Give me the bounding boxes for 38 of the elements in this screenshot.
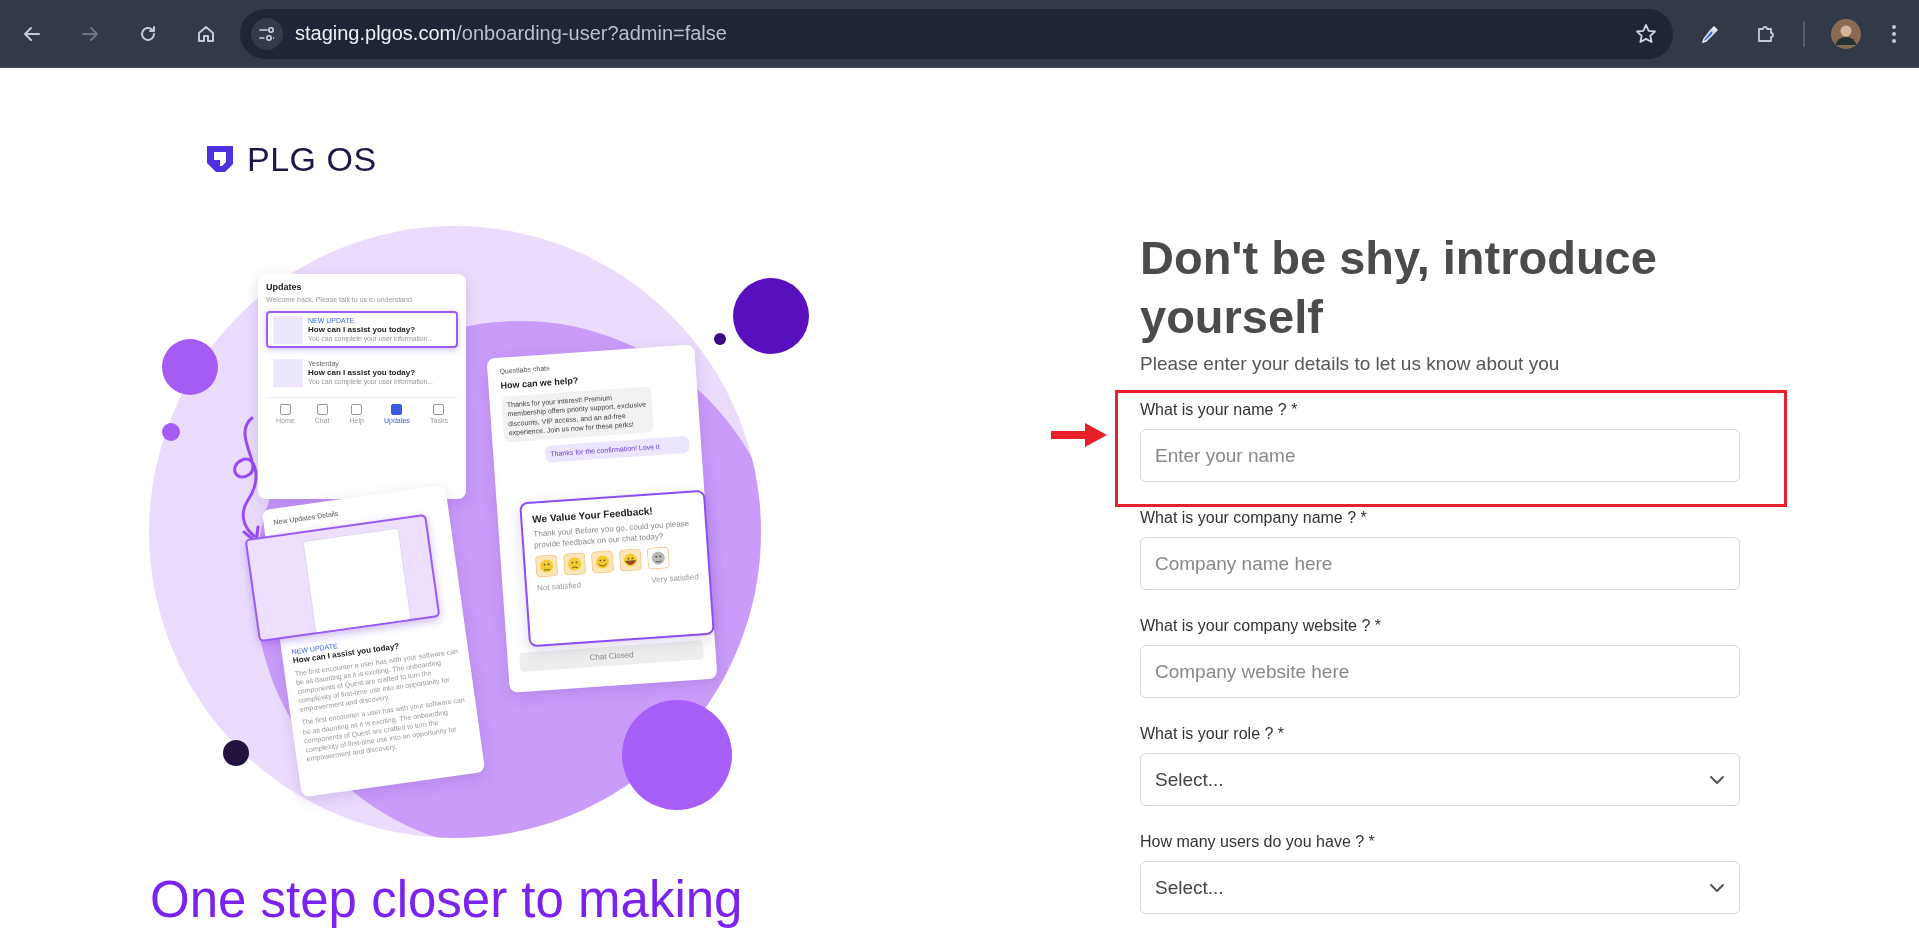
emoji-face-icon[interactable] <box>646 546 671 571</box>
card-title: Updates <box>266 282 303 292</box>
scale-label: Not satisfied <box>536 580 582 593</box>
url-text[interactable]: staging.plgos.com/onboarding-user?admin=false <box>295 22 727 45</box>
decorative-dot <box>714 333 726 345</box>
decorative-dot <box>162 423 180 441</box>
field-label: What is your company website ? * <box>1140 617 1382 635</box>
reload-icon[interactable] <box>138 23 158 44</box>
select-dropdown[interactable]: Select... <box>1140 753 1740 806</box>
text-input[interactable]: Company website here <box>1140 645 1740 698</box>
text-input[interactable]: Company name here <box>1140 537 1740 590</box>
select-dropdown[interactable]: Select... <box>1140 861 1740 914</box>
decorative-circle <box>162 339 218 395</box>
emoji-face-icon[interactable] <box>534 554 559 578</box>
emoji-face-icon[interactable] <box>618 548 643 573</box>
address-bar[interactable]: staging.plgos.com/onboarding-user?admin=false <box>240 8 1673 59</box>
bookmark-star-icon[interactable] <box>1635 22 1657 45</box>
menu-icon[interactable] <box>1891 23 1897 44</box>
field-label: What is your role ? * <box>1140 725 1286 743</box>
decorative-dot <box>223 740 249 766</box>
chevron-down-icon <box>1709 882 1725 893</box>
field-label: What is your name ? * <box>1140 401 1299 419</box>
field-label: How many users do you have ? * <box>1140 833 1376 851</box>
logo-text: PLG OS <box>247 139 377 179</box>
emoji-face-icon[interactable] <box>590 550 615 575</box>
form-subtitle: Please enter your details to let us know about you <box>1140 353 1561 375</box>
scale-label: Very satisfied <box>651 572 700 585</box>
site-settings-icon[interactable] <box>251 17 283 50</box>
tagline: One step closer to making <box>150 870 744 929</box>
text-input[interactable]: Enter your name <box>1140 429 1740 482</box>
pointer-arrow <box>1051 422 1107 448</box>
chat-closed-bar: Chat Closed <box>519 640 705 673</box>
home-icon[interactable] <box>196 23 216 44</box>
profile-avatar-icon[interactable] <box>1831 18 1861 49</box>
field-label: What is your company name ? * <box>1140 509 1368 527</box>
logo-icon <box>207 146 233 172</box>
chevron-down-icon <box>1709 774 1725 785</box>
form-heading: Don't be shy, introduce yourself <box>1140 230 1658 345</box>
